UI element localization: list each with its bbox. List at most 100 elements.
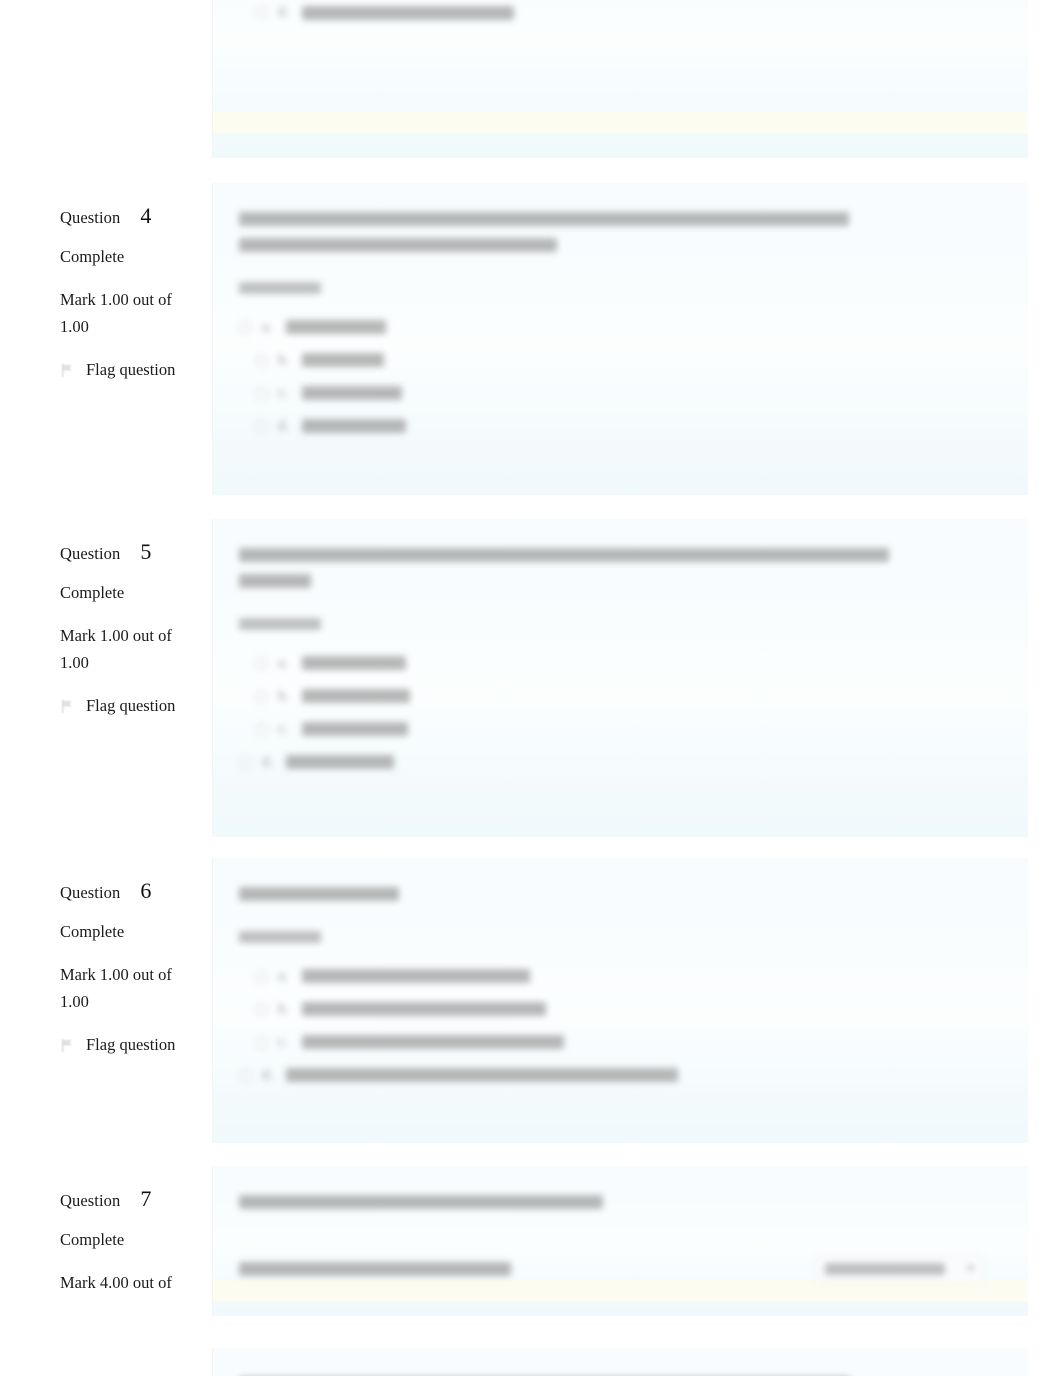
answer-option[interactable]: c. (255, 1026, 984, 1059)
stem-line-redacted (239, 887, 399, 902)
question-stem-4 (239, 205, 984, 257)
question-content-7 (213, 1166, 1010, 1316)
flag-question-toggle-6[interactable]: Flag question (60, 1035, 202, 1055)
radio-icon[interactable] (255, 689, 268, 703)
answer-options-5: a. b. c. d. (239, 647, 984, 779)
question-stem-6 (239, 880, 984, 906)
radio-icon[interactable] (255, 353, 268, 367)
match-row (239, 1244, 984, 1294)
option-letter: d. (278, 4, 289, 20)
radio-icon[interactable] (239, 320, 252, 334)
radio-icon[interactable] (255, 6, 268, 19)
option-text-redacted (302, 353, 384, 368)
select-one-prompt-6 (239, 928, 984, 946)
question-info-column-3 (50, 0, 213, 158)
option-text-redacted (286, 1068, 678, 1083)
question-header-5: Question 5 (60, 541, 202, 564)
option-text-redacted (302, 419, 406, 434)
redacted-content-8 (239, 1370, 984, 1376)
option-letter: c. (278, 720, 289, 737)
option-text-redacted (302, 689, 410, 704)
answer-options-4: a. b. c. d. (239, 311, 984, 443)
question-info-column-7: Question 7 Complete Mark 4.00 out of (50, 1166, 213, 1316)
question-state: Complete (60, 1230, 125, 1249)
question-content-3: b. c. d. (213, 0, 1010, 158)
answer-option[interactable]: a. (255, 960, 984, 993)
option-text-redacted (302, 1002, 546, 1017)
chevron-down-icon (967, 1266, 975, 1272)
radio-icon[interactable] (255, 386, 268, 400)
answer-option[interactable]: b. (255, 680, 984, 713)
flag-question-toggle-4[interactable]: Flag question (60, 360, 202, 380)
option-letter: d. (262, 1066, 273, 1083)
radio-icon[interactable] (255, 656, 268, 670)
question-number: 6 (140, 878, 152, 903)
option-letter: a. (278, 967, 289, 984)
question-number: 7 (140, 1186, 152, 1211)
option-letter: c. (278, 384, 289, 401)
flag-question-label: Flag question (86, 1035, 176, 1055)
flag-question-label: Flag question (86, 360, 176, 380)
redacted-content-4: a. b. c. d. (239, 205, 984, 443)
answer-options-6: a. b. c. d. (239, 960, 984, 1092)
question-info-column-8 (50, 1348, 213, 1376)
match-answer-select[interactable] (816, 1253, 984, 1284)
question-content-6: a. b. c. d. (213, 858, 1010, 1143)
question-stem-5 (239, 541, 984, 593)
answer-option[interactable]: b. (255, 993, 984, 1026)
radio-icon[interactable] (239, 1068, 252, 1082)
option-letter: b. (278, 351, 289, 368)
question-number: 5 (140, 539, 152, 564)
question-content-4: a. b. c. d. (213, 183, 1010, 495)
option-text-redacted (286, 755, 394, 770)
question-content-5: a. b. c. d. (213, 519, 1010, 837)
question-info-column-4: Question 4 Complete Mark 1.00 out of 1.0… (50, 183, 213, 495)
stem-line-redacted (239, 212, 849, 227)
radio-icon[interactable] (255, 1035, 268, 1049)
option-text-redacted (302, 386, 402, 401)
answer-option[interactable]: c. (255, 377, 984, 410)
select-one-prompt-5 (239, 615, 984, 633)
question-label: Question (60, 544, 121, 563)
question-number: 4 (140, 203, 152, 228)
question-stem-8 (239, 1370, 984, 1376)
stem-line-redacted (239, 237, 557, 252)
redacted-content-6: a. b. c. d. (239, 880, 984, 1092)
answer-option[interactable]: d. (255, 0, 984, 29)
option-letter: b. (278, 687, 289, 704)
question-state: Complete (60, 922, 125, 941)
question-card-8 (50, 1348, 1028, 1376)
option-letter: a. (278, 654, 289, 671)
question-header-4: Question 4 (60, 205, 202, 228)
flag-icon (62, 363, 72, 377)
answer-option[interactable]: a. (239, 311, 984, 344)
option-letter: a. (262, 318, 273, 335)
redacted-content-7 (239, 1188, 984, 1294)
answer-option[interactable]: d. (239, 746, 984, 779)
option-text-redacted (302, 969, 530, 984)
radio-icon[interactable] (255, 419, 268, 433)
prompt-redacted (239, 618, 321, 631)
answer-option[interactable]: d. (239, 1059, 984, 1092)
question-info-column-6: Question 6 Complete Mark 1.00 out of 1.0… (50, 858, 213, 1143)
flag-question-toggle-5[interactable]: Flag question (60, 696, 202, 716)
question-stem-7 (239, 1188, 984, 1214)
flag-question-label: Flag question (86, 696, 176, 716)
answer-option[interactable]: d. (255, 410, 984, 443)
redacted-content-3: b. c. d. (239, 0, 984, 29)
answer-option[interactable]: a. (255, 647, 984, 680)
radio-icon[interactable] (255, 969, 268, 983)
question-state: Complete (60, 247, 125, 266)
question-header-7: Question 7 (60, 1188, 202, 1211)
radio-icon[interactable] (239, 755, 252, 769)
stem-line-redacted (239, 548, 889, 563)
radio-icon[interactable] (255, 1002, 268, 1016)
answer-option[interactable]: b. (255, 344, 984, 377)
answer-option[interactable]: c. (255, 713, 984, 746)
radio-icon[interactable] (255, 722, 268, 736)
question-mark: Mark 1.00 out of 1.00 (60, 626, 172, 672)
question-info-column-5: Question 5 Complete Mark 1.00 out of 1.0… (50, 519, 213, 837)
flag-icon (62, 699, 72, 713)
question-label: Question (60, 883, 121, 902)
match-text-redacted (239, 1261, 511, 1276)
